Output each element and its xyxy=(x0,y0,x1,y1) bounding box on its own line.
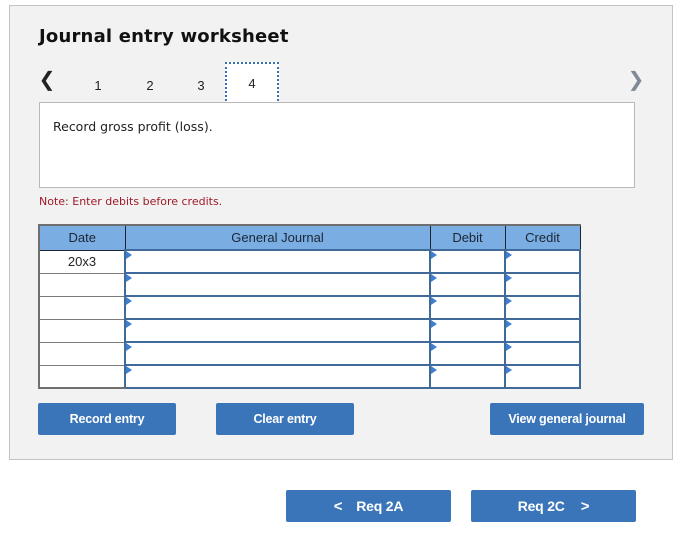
account-input[interactable] xyxy=(126,297,429,318)
credit-cell xyxy=(504,364,581,389)
debit-cell xyxy=(429,295,506,320)
step-tab-2[interactable]: 2 xyxy=(128,66,172,105)
credit-input[interactable] xyxy=(506,251,579,272)
record-entry-button[interactable]: Record entry xyxy=(38,403,176,435)
account-input[interactable] xyxy=(126,251,429,272)
cell-marker-icon xyxy=(431,274,437,282)
instruction-box: Record gross profit (loss). xyxy=(39,102,635,188)
view-general-journal-button[interactable]: View general journal xyxy=(490,403,644,435)
step-tab-4-active[interactable]: 4 xyxy=(225,62,279,105)
chevron-left-icon: < xyxy=(333,497,343,515)
credit-cell xyxy=(504,249,581,274)
account-cell xyxy=(124,272,431,297)
credit-cell xyxy=(504,295,581,320)
clear-entry-button[interactable]: Clear entry xyxy=(216,403,354,435)
journal-row xyxy=(38,318,581,343)
journal-row xyxy=(38,272,581,297)
journal-row xyxy=(38,364,581,389)
debit-cell xyxy=(429,318,506,343)
debit-input[interactable] xyxy=(431,251,504,272)
account-input[interactable] xyxy=(126,343,429,364)
cell-marker-icon xyxy=(431,297,437,305)
cell-marker-icon xyxy=(506,320,512,328)
credit-input[interactable] xyxy=(506,343,579,364)
account-input[interactable] xyxy=(126,274,429,295)
cell-marker-icon xyxy=(431,320,437,328)
cell-marker-icon xyxy=(506,251,512,259)
account-input[interactable] xyxy=(126,320,429,341)
cell-marker-icon xyxy=(126,366,132,374)
cell-marker-icon xyxy=(126,297,132,305)
chevron-left-icon[interactable]: ❮ xyxy=(38,67,56,91)
step-tab-1[interactable]: 1 xyxy=(76,66,120,105)
credit-input[interactable] xyxy=(506,320,579,341)
debit-cell xyxy=(429,272,506,297)
date-cell[interactable] xyxy=(38,341,126,366)
cell-marker-icon xyxy=(126,343,132,351)
date-cell[interactable] xyxy=(38,318,126,343)
date-cell[interactable] xyxy=(38,364,126,389)
cell-marker-icon xyxy=(431,366,437,374)
journal-row xyxy=(38,341,581,366)
credit-input[interactable] xyxy=(506,297,579,318)
cell-marker-icon xyxy=(126,274,132,282)
cell-marker-icon xyxy=(506,274,512,282)
account-cell xyxy=(124,318,431,343)
cell-marker-icon xyxy=(126,320,132,328)
credit-header: Credit xyxy=(504,224,581,251)
req-2a-button[interactable]: < Req 2A xyxy=(286,490,451,522)
general-journal-header: General Journal xyxy=(124,224,431,251)
date-header: Date xyxy=(38,224,126,251)
account-cell xyxy=(124,249,431,274)
credit-cell xyxy=(504,341,581,366)
worksheet-title: Journal entry worksheet xyxy=(39,26,289,47)
cell-marker-icon xyxy=(126,251,132,259)
account-cell xyxy=(124,341,431,366)
chevron-right-icon[interactable]: ❯ xyxy=(627,67,645,91)
date-cell[interactable] xyxy=(38,272,126,297)
debit-input[interactable] xyxy=(431,274,504,295)
req-2c-button[interactable]: Req 2C > xyxy=(471,490,636,522)
chevron-right-icon: > xyxy=(580,497,590,515)
journal-entry-worksheet-panel: Journal entry worksheet ❮ 1 2 3 4 ❯ Reco… xyxy=(9,5,673,460)
cell-marker-icon xyxy=(506,366,512,374)
date-cell[interactable] xyxy=(38,295,126,320)
debit-header: Debit xyxy=(429,224,506,251)
credit-input[interactable] xyxy=(506,274,579,295)
debit-input[interactable] xyxy=(431,366,504,387)
account-input[interactable] xyxy=(126,366,429,387)
debit-input[interactable] xyxy=(431,343,504,364)
step-tab-3[interactable]: 3 xyxy=(179,66,223,105)
note-text: Note: Enter debits before credits. xyxy=(39,195,223,208)
credit-cell xyxy=(504,318,581,343)
debit-input[interactable] xyxy=(431,320,504,341)
debit-cell xyxy=(429,364,506,389)
cell-marker-icon xyxy=(506,297,512,305)
credit-cell xyxy=(504,272,581,297)
instruction-text: Record gross profit (loss). xyxy=(53,119,213,134)
req-next-label: Req 2C xyxy=(517,498,565,514)
debit-input[interactable] xyxy=(431,297,504,318)
req-prev-label: Req 2A xyxy=(356,498,404,514)
cell-marker-icon xyxy=(431,251,437,259)
cell-marker-icon xyxy=(431,343,437,351)
journal-row: 20x3 xyxy=(38,249,581,274)
cell-marker-icon xyxy=(506,343,512,351)
journal-table: Date General Journal Debit Credit 20x3 xyxy=(38,224,581,389)
date-cell[interactable]: 20x3 xyxy=(38,249,126,274)
debit-cell xyxy=(429,249,506,274)
debit-cell xyxy=(429,341,506,366)
account-cell xyxy=(124,364,431,389)
credit-input[interactable] xyxy=(506,366,579,387)
account-cell xyxy=(124,295,431,320)
journal-header-row: Date General Journal Debit Credit xyxy=(38,224,581,251)
journal-row xyxy=(38,295,581,320)
